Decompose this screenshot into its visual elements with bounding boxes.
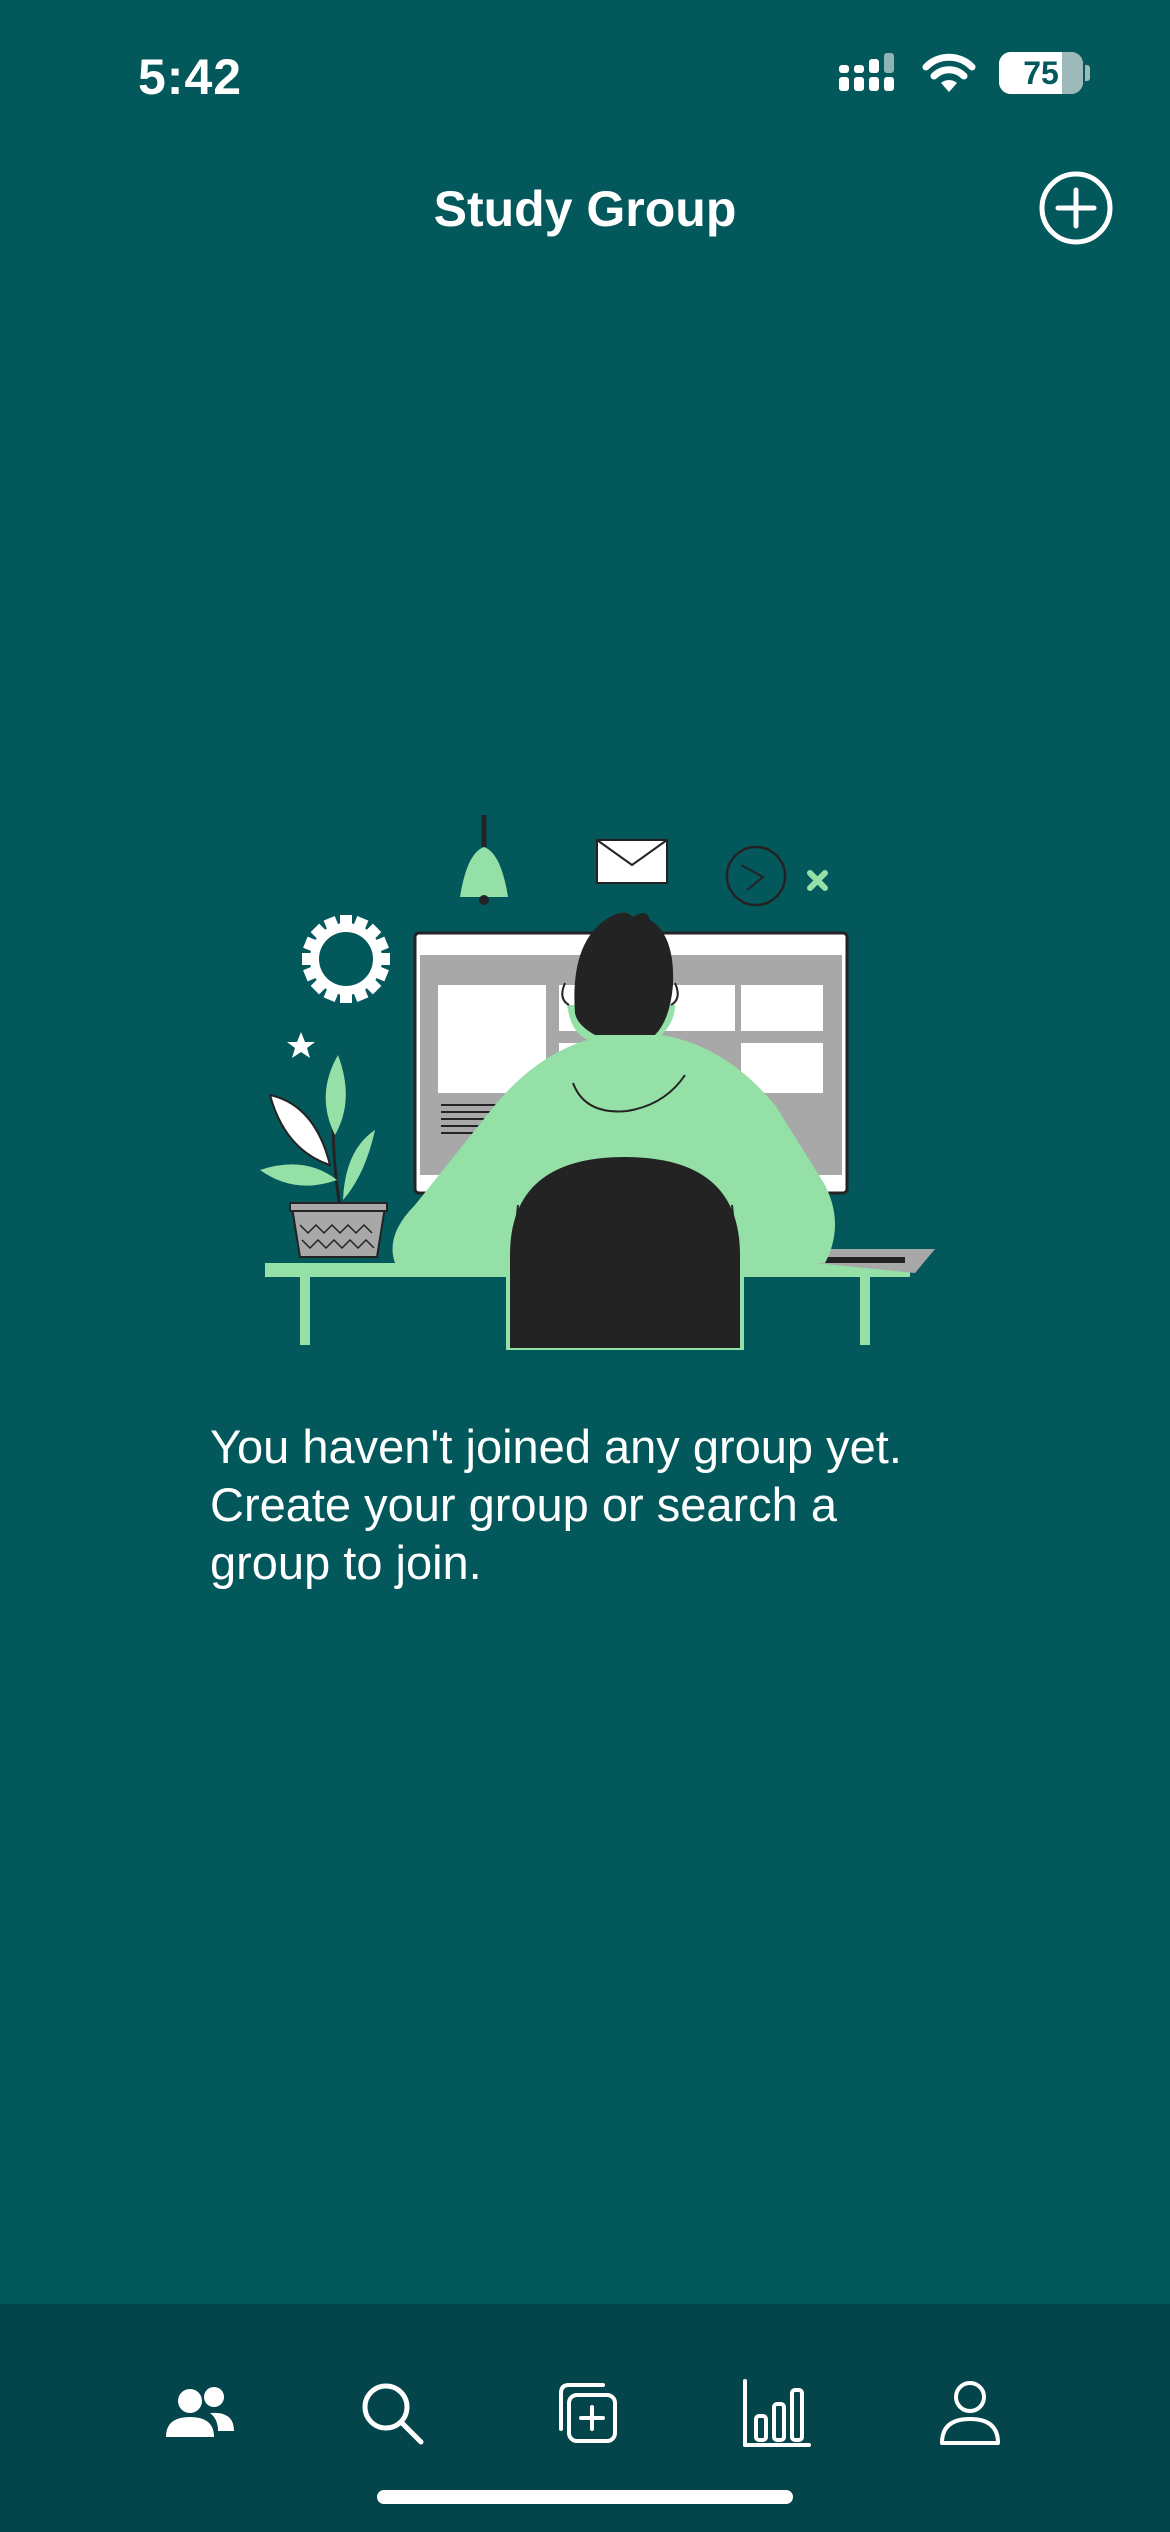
- search-icon: [362, 2383, 424, 2445]
- plant-illustration: [260, 1055, 388, 1258]
- add-square-icon: [559, 2383, 617, 2443]
- tab-groups[interactable]: [155, 2368, 245, 2458]
- bell-icon: [460, 815, 508, 905]
- sparkle-icon: [807, 870, 828, 891]
- home-indicator[interactable]: [377, 2490, 793, 2504]
- profile-icon: [940, 2381, 1000, 2445]
- tab-search[interactable]: [347, 2368, 437, 2458]
- gear-icon: [302, 915, 390, 1003]
- empty-state-message: You haven't joined any group yet. Create…: [210, 1420, 902, 1589]
- person-at-computer-illustration: [260, 815, 935, 1350]
- cellular-signal-icon: [839, 53, 894, 91]
- tab-create[interactable]: [540, 2368, 630, 2458]
- clock-icon: [725, 845, 787, 907]
- plus-circle-icon[interactable]: [1038, 170, 1114, 246]
- battery-icon: 75: [999, 52, 1083, 94]
- star-icon: [287, 1032, 315, 1058]
- battery-level-text: 75: [1023, 54, 1059, 91]
- chair-illustration: [506, 1152, 744, 1350]
- stats-chart-icon: [743, 2379, 811, 2447]
- tab-profile[interactable]: [925, 2368, 1015, 2458]
- envelope-icon: [596, 839, 668, 884]
- page-title: Study Group: [433, 181, 737, 237]
- groups-icon: [166, 2387, 234, 2437]
- status-bar: 5:42 75: [0, 0, 1170, 150]
- tab-stats[interactable]: [732, 2368, 822, 2458]
- wifi-icon: [922, 53, 976, 92]
- status-time: 5:42: [138, 49, 243, 105]
- nav-header: Study Group: [0, 160, 1170, 260]
- status-icons: 75: [837, 52, 1090, 94]
